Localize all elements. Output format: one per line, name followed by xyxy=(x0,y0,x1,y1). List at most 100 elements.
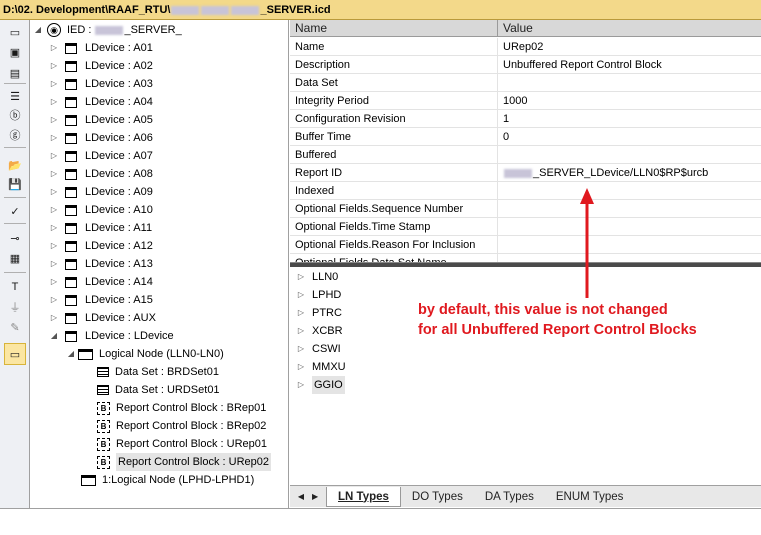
tree-item-ldevice[interactable]: ▷ LDevice : A15 xyxy=(49,291,153,309)
tree-item-ldevice[interactable]: ▷ LDevice : A13 xyxy=(49,255,153,273)
tree-item-report-control-block[interactable]: B Report Control Block : BRep02 xyxy=(93,417,266,435)
expand-arrow-icon[interactable]: ▷ xyxy=(49,111,59,129)
tree-item-ldevice[interactable]: ▷ LDevice : A05 xyxy=(49,111,153,129)
text-icon[interactable]: T xyxy=(7,279,23,295)
tree-item-ldevice[interactable]: ▷ LDevice : A06 xyxy=(49,129,153,147)
property-value-cell[interactable]: URep02 xyxy=(498,38,543,55)
tree-item-logical-node[interactable]: ◢ Logical Node (LLN0-LN0) xyxy=(66,345,224,363)
link-icon[interactable]: ⊸ xyxy=(7,230,23,246)
type-item[interactable]: ▷ XCBR xyxy=(296,322,343,340)
property-value-cell[interactable]: 0 xyxy=(498,128,509,145)
property-value-cell[interactable] xyxy=(498,74,503,91)
tree-item-ldevice[interactable]: ▷ LDevice : A03 xyxy=(49,75,153,93)
type-item[interactable]: ▷ GGIO xyxy=(296,376,345,394)
tab-do-types[interactable]: DO Types xyxy=(401,487,474,507)
tree-item-ldevice[interactable]: ▷ LDevice : A07 xyxy=(49,147,153,165)
tree-item-ldevice[interactable]: ▷ LDevice : A02 xyxy=(49,57,153,75)
property-value-cell[interactable] xyxy=(498,218,503,235)
property-row[interactable]: Buffered xyxy=(290,146,761,164)
property-row[interactable]: Optional Fields.Data Set Name xyxy=(290,254,761,262)
expand-arrow-icon[interactable]: ▷ xyxy=(49,237,59,255)
expand-arrow-icon[interactable]: ▷ xyxy=(296,340,306,358)
collapse-arrow-icon[interactable]: ◢ xyxy=(49,327,59,345)
ground-icon[interactable]: ⏚ xyxy=(7,299,23,315)
tree-item-ldevice[interactable]: ▷ LDevice : A14 xyxy=(49,273,153,291)
property-value-cell[interactable] xyxy=(498,182,503,199)
property-row[interactable]: Optional Fields.Sequence Number xyxy=(290,200,761,218)
collapse-arrow-icon[interactable]: ◢ xyxy=(33,21,43,39)
expand-arrow-icon[interactable]: ▷ xyxy=(49,183,59,201)
type-item[interactable]: ▷ CSWI xyxy=(296,340,341,358)
property-value-cell[interactable]: Unbuffered Report Control Block xyxy=(498,56,662,73)
type-item[interactable]: ▷ PTRC xyxy=(296,304,342,322)
property-row[interactable]: Optional Fields.Time Stamp xyxy=(290,218,761,236)
table-icon[interactable]: ▦ xyxy=(7,250,23,266)
goose-icon[interactable]: ⓖ xyxy=(7,127,23,143)
property-value-cell[interactable] xyxy=(498,254,503,262)
expand-arrow-icon[interactable]: ▷ xyxy=(296,268,306,286)
property-row[interactable]: Data Set xyxy=(290,74,761,92)
collapse-arrow-icon[interactable]: ◢ xyxy=(66,345,76,363)
tree-item-ldevice[interactable]: ▷ LDevice : A12 xyxy=(49,237,153,255)
project-icon[interactable]: ▤ xyxy=(7,65,23,81)
tree-item-logical-node-2[interactable]: 1:Logical Node (LPHD-LPHD1) xyxy=(79,471,254,489)
save-icon[interactable]: 💾 xyxy=(7,176,23,192)
property-row[interactable]: Integrity Period 1000 xyxy=(290,92,761,110)
property-row[interactable]: Buffer Time 0 xyxy=(290,128,761,146)
expand-arrow-icon[interactable]: ▷ xyxy=(49,129,59,147)
expand-arrow-icon[interactable]: ▷ xyxy=(49,93,59,111)
property-row[interactable]: Indexed xyxy=(290,182,761,200)
tree-item-dataset[interactable]: Data Set : URDSet01 xyxy=(93,381,220,399)
property-value-cell[interactable] xyxy=(498,236,503,253)
edit-icon[interactable]: ✎ xyxy=(7,319,23,335)
expand-arrow-icon[interactable]: ▷ xyxy=(49,273,59,291)
property-value-cell[interactable] xyxy=(498,146,503,163)
type-item[interactable]: ▷ LLN0 xyxy=(296,268,338,286)
property-value-cell[interactable]: 1000 xyxy=(498,92,527,109)
tree-item-report-control-block[interactable]: B Report Control Block : URep02 xyxy=(93,453,272,471)
layout-icon[interactable]: ▭ xyxy=(4,343,26,365)
tab-next-icon[interactable]: ▶ xyxy=(312,492,318,501)
tree-item-ldevice[interactable]: ▷ LDevice : A11 xyxy=(49,219,152,237)
check-icon[interactable]: ✓ xyxy=(7,203,23,219)
expand-arrow-icon[interactable]: ▷ xyxy=(296,322,306,340)
report-icon[interactable]: ⓑ xyxy=(7,107,23,123)
property-row[interactable]: Description Unbuffered Report Control Blo… xyxy=(290,56,761,74)
list-icon[interactable]: ☰ xyxy=(7,88,23,104)
property-value-cell[interactable]: 1 xyxy=(498,110,509,127)
expand-arrow-icon[interactable]: ▷ xyxy=(49,39,59,57)
expand-arrow-icon[interactable]: ▷ xyxy=(49,201,59,219)
expand-arrow-icon[interactable]: ▷ xyxy=(296,304,306,322)
expand-arrow-icon[interactable]: ▷ xyxy=(49,75,59,93)
property-value-cell[interactable]: _SERVER_LDevice/LLN0$RP$urcb xyxy=(498,164,708,181)
tab-da-types[interactable]: DA Types xyxy=(474,487,545,507)
window-icon[interactable]: ▭ xyxy=(7,24,23,40)
tab-ln-types[interactable]: LN Types xyxy=(326,486,401,507)
expand-arrow-icon[interactable]: ▷ xyxy=(49,147,59,165)
expand-arrow-icon[interactable]: ▷ xyxy=(49,165,59,183)
tab-prev-icon[interactable]: ◀ xyxy=(298,492,304,501)
type-item[interactable]: ▷ LPHD xyxy=(296,286,341,304)
expand-arrow-icon[interactable]: ▷ xyxy=(296,286,306,304)
tab-enum-types[interactable]: ENUM Types xyxy=(545,487,635,507)
open-project-icon[interactable]: ▣ xyxy=(7,44,23,60)
expand-arrow-icon[interactable]: ▷ xyxy=(296,358,306,376)
expand-arrow-icon[interactable]: ▷ xyxy=(49,309,59,327)
property-row[interactable]: Report ID _SERVER_LDevice/LLN0$RP$urcb xyxy=(290,164,761,182)
tree-item-ldevice[interactable]: ▷ LDevice : A08 xyxy=(49,165,153,183)
tree-item-ldevice[interactable]: ▷ LDevice : A09 xyxy=(49,183,153,201)
tree-item-dataset[interactable]: Data Set : BRDSet01 xyxy=(93,363,219,381)
tree-item-ldevice[interactable]: ▷ LDevice : A01 xyxy=(49,39,153,57)
expand-arrow-icon[interactable]: ▷ xyxy=(49,255,59,273)
property-value-cell[interactable] xyxy=(498,200,503,217)
property-row[interactable]: Configuration Revision 1 xyxy=(290,110,761,128)
expand-arrow-icon[interactable]: ▷ xyxy=(296,376,306,394)
expand-arrow-icon[interactable]: ▷ xyxy=(49,291,59,309)
tree-item-report-control-block[interactable]: B Report Control Block : URep01 xyxy=(93,435,267,453)
tree-item-ldevice[interactable]: ▷ LDevice : AUX xyxy=(49,309,156,327)
property-row[interactable]: Name URep02 xyxy=(290,38,761,56)
expand-arrow-icon[interactable]: ▷ xyxy=(49,219,59,237)
property-row[interactable]: Optional Fields.Reason For Inclusion xyxy=(290,236,761,254)
type-item[interactable]: ▷ MMXU xyxy=(296,358,346,376)
folder-open-icon[interactable]: 📂 xyxy=(7,157,23,173)
